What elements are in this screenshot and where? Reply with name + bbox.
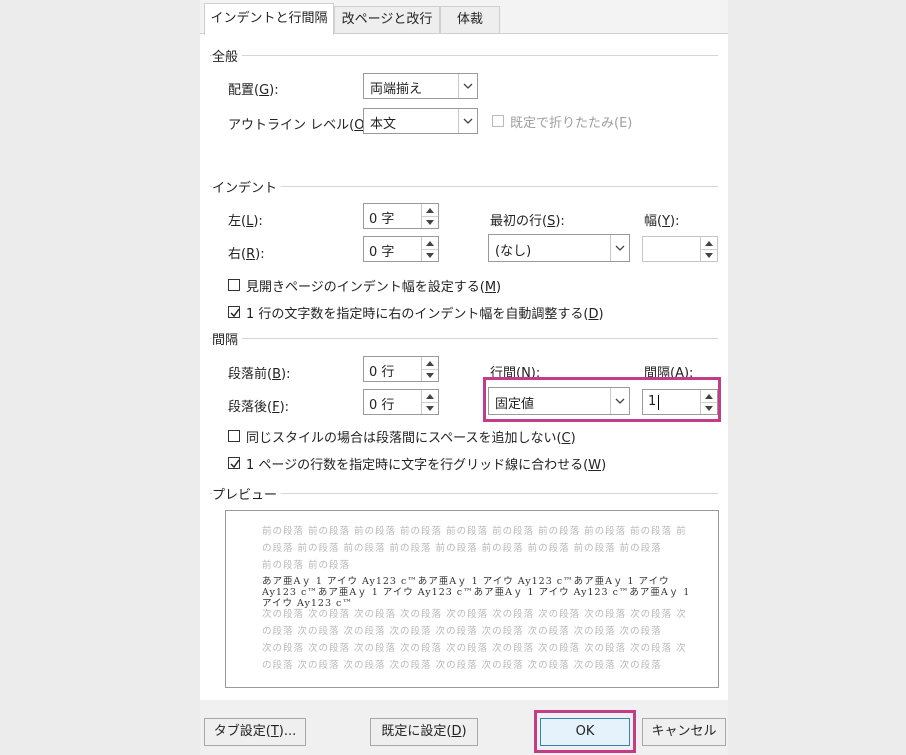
section-divider <box>210 493 718 494</box>
spacing-at-stepper[interactable]: 1 <box>642 389 718 415</box>
tab-page-break[interactable]: 改ページと改行 <box>334 6 440 33</box>
spacing-after-value: 0 行 <box>369 398 395 413</box>
spin-down-icon[interactable] <box>422 369 438 381</box>
spacing-after-label: 段落後(F): <box>228 400 290 415</box>
chevron-down-icon[interactable] <box>458 74 477 98</box>
section-spacing-title: 間隔 <box>212 329 243 348</box>
line-spacing-select[interactable]: 固定値 <box>488 387 630 415</box>
width-stepper[interactable] <box>642 236 718 262</box>
spin-down-icon[interactable] <box>701 402 717 414</box>
indent-right-value: 0 字 <box>369 245 395 260</box>
section-preview-title: プレビュー <box>212 484 282 503</box>
spacing-before-label: 段落前(B): <box>228 367 291 382</box>
first-line-select[interactable]: (なし) <box>488 234 630 262</box>
spacing-after-stepper[interactable]: 0 行 <box>363 389 439 415</box>
check-icon <box>230 308 240 318</box>
indent-right-stepper[interactable]: 0 字 <box>363 236 439 262</box>
tabs-button[interactable]: タブ設定(T)... <box>204 718 306 746</box>
first-line-label: 最初の行(S): <box>490 214 565 229</box>
collapse-checkbox[interactable] <box>492 115 504 127</box>
collapse-label: 既定で折りたたみ(E) <box>510 116 633 131</box>
section-divider <box>210 55 718 56</box>
check-icon <box>230 459 240 469</box>
ok-button[interactable]: OK <box>540 718 630 746</box>
cancel-button[interactable]: キャンセル <box>642 718 726 746</box>
spin-down-icon[interactable] <box>701 249 717 261</box>
indent-left-value: 0 字 <box>369 212 395 227</box>
spin-down-icon[interactable] <box>422 249 438 261</box>
right-margin <box>728 0 906 755</box>
spacing-before-stepper[interactable]: 0 行 <box>363 356 439 382</box>
tab-label: 体裁 <box>456 12 483 27</box>
outline-level-label: アウトライン レベル(O): <box>228 118 374 133</box>
preview-next-line: の段落 次の段落 次の段落 次の段落 次の段落 次の段落 次の段落 次の段落 次… <box>262 660 662 671</box>
outline-level-value: 本文 <box>370 117 397 132</box>
preview-prev-line: 前の段落 前の段落 <box>262 560 351 571</box>
auto-adjust-label: 1 行の文字数を指定時に右のインデント幅を自動調整する(D) <box>246 307 604 322</box>
chevron-down-icon[interactable] <box>610 388 629 414</box>
snap-grid-label: 1 ページの行数を指定時に文字を行グリッド線に合わせる(W) <box>246 458 607 473</box>
left-margin <box>0 0 200 755</box>
snap-grid-checkbox[interactable] <box>228 457 240 469</box>
no-space-same-style-label: 同じスタイルの場合は段落間にスペースを追加しない(C) <box>246 431 576 446</box>
tab-typography[interactable]: 体裁 <box>440 6 500 33</box>
no-space-same-style-checkbox[interactable] <box>228 430 240 442</box>
tab-indent-spacing[interactable]: インデントと行間隔 <box>204 3 334 35</box>
auto-adjust-checkbox[interactable] <box>228 306 240 318</box>
width-label: 幅(Y): <box>644 214 680 229</box>
section-divider <box>210 338 718 339</box>
indent-left-stepper[interactable]: 0 字 <box>363 203 439 229</box>
spacing-at-value[interactable]: 1 <box>648 394 656 409</box>
preview-next-line: の段落 次の段落 次の段落 次の段落 次の段落 次の段落 次の段落 次の段落 次… <box>262 626 662 637</box>
tab-label: インデントと行間隔 <box>210 11 328 26</box>
spacing-before-value: 0 行 <box>369 365 395 380</box>
set-default-button[interactable]: 既定に設定(D) <box>370 718 478 746</box>
preview-next-line: 次の段落 次の段落 次の段落 次の段落 次の段落 次の段落 次の段落 次の段落 … <box>262 609 687 620</box>
preview-box: 前の段落 前の段落 前の段落 前の段落 前の段落 前の段落 前の段落 前の段落 … <box>225 510 719 688</box>
mirror-indents-label: 見開きページのインデント幅を設定する(M) <box>246 280 502 295</box>
indent-left-label: 左(L): <box>228 214 263 229</box>
preview-next-line: 次の段落 次の段落 次の段落 次の段落 次の段落 次の段落 次の段落 次の段落 … <box>262 643 687 654</box>
mirror-indents-checkbox[interactable] <box>228 279 240 291</box>
line-spacing-value: 固定値 <box>495 397 535 412</box>
first-line-value: (なし) <box>495 244 532 259</box>
text-cursor <box>658 395 659 410</box>
section-indent-title: インデント <box>212 177 282 196</box>
chevron-down-icon[interactable] <box>610 235 629 261</box>
spin-down-icon[interactable] <box>422 402 438 414</box>
indent-right-label: 右(R): <box>228 247 265 262</box>
preview-prev-line: の段落 前の段落 前の段落 前の段落 前の段落 前の段落 前の段落 前の段落 前… <box>262 543 662 554</box>
section-general-title: 全般 <box>212 46 243 65</box>
chevron-down-icon[interactable] <box>458 109 477 133</box>
section-divider <box>210 186 718 187</box>
alignment-value: 両端揃え <box>370 82 423 97</box>
outline-level-select[interactable]: 本文 <box>363 108 478 134</box>
spin-down-icon[interactable] <box>422 216 438 228</box>
alignment-select[interactable]: 両端揃え <box>363 73 478 99</box>
preview-prev-line: 前の段落 前の段落 前の段落 前の段落 前の段落 前の段落 前の段落 前の段落 … <box>262 526 687 537</box>
tab-label: 改ページと改行 <box>341 12 433 27</box>
alignment-label: 配置(G): <box>228 83 279 98</box>
